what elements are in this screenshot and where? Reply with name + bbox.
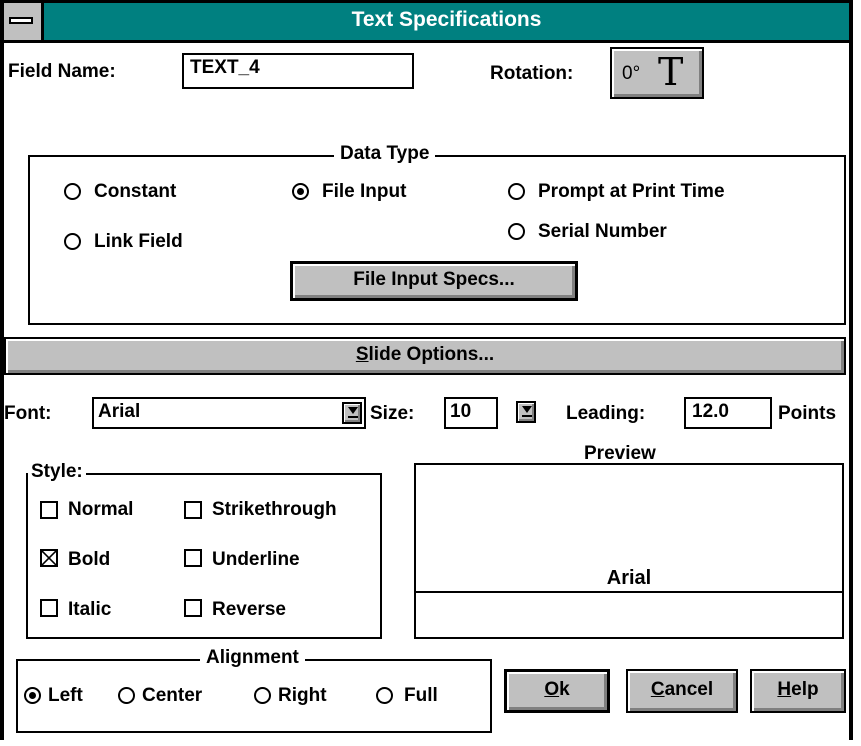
strikethrough-label[interactable]: Strikethrough (212, 499, 337, 521)
leading-input[interactable]: 12.0 (684, 397, 772, 429)
system-menu-button[interactable] (4, 3, 44, 40)
constant-label[interactable]: Constant (94, 181, 176, 203)
cancel-button[interactable]: Cancel (626, 669, 738, 713)
help-label: elp (791, 679, 819, 700)
alignment-title: Alignment (200, 647, 305, 669)
rotation-degree: 0° (622, 63, 641, 84)
text-specifications-dialog: Text Specifications Field Name: TEXT_4 R… (0, 0, 853, 740)
font-label: Font: (4, 403, 52, 424)
file-input-label[interactable]: File Input (322, 181, 406, 203)
help-button[interactable]: Help (750, 669, 846, 713)
chevron-down-icon (522, 406, 532, 413)
cancel-label: ancel (664, 679, 714, 700)
help-accel: H (777, 679, 792, 700)
size-label: Size: (370, 403, 415, 424)
data-type-title: Data Type (334, 143, 436, 165)
radio-prompt-at-print-time[interactable] (508, 183, 525, 200)
size-dropdown-button[interactable] (516, 401, 536, 423)
font-select[interactable]: Arial (92, 397, 366, 429)
ok-label: k (559, 679, 570, 700)
window-title: Text Specifications (351, 8, 542, 31)
field-name-label: Field Name: (8, 61, 116, 82)
ok-accel: O (544, 679, 560, 700)
checkbox-bold[interactable] (40, 549, 58, 567)
title-bar[interactable]: Text Specifications (4, 3, 849, 43)
checkbox-underline[interactable] (184, 549, 202, 567)
slide-options-button[interactable]: Slide Options... (4, 337, 846, 375)
align-center-label[interactable]: Center (142, 685, 202, 707)
checkbox-normal[interactable] (40, 501, 58, 519)
bold-label[interactable]: Bold (68, 549, 110, 571)
link-field-label[interactable]: Link Field (94, 231, 183, 253)
serial-number-label[interactable]: Serial Number (538, 221, 667, 243)
checkbox-reverse[interactable] (184, 599, 202, 617)
align-left-label[interactable]: Left (48, 685, 83, 707)
slide-options-label: lide Options... (368, 344, 495, 365)
preview-sample-text: Arial (606, 567, 652, 589)
style-title: Style: (28, 461, 86, 483)
radio-align-left[interactable] (24, 687, 41, 704)
font-dropdown-button[interactable] (342, 402, 362, 424)
align-right-label[interactable]: Right (278, 685, 327, 707)
radio-align-right[interactable] (254, 687, 271, 704)
italic-label[interactable]: Italic (68, 599, 111, 621)
checkbox-strikethrough[interactable] (184, 501, 202, 519)
cancel-accel: C (650, 679, 665, 700)
preview-title: Preview (584, 443, 656, 464)
system-menu-icon (9, 17, 33, 24)
radio-serial-number[interactable] (508, 223, 525, 240)
checkbox-italic[interactable] (40, 599, 58, 617)
radio-align-full[interactable] (376, 687, 393, 704)
size-input[interactable]: 10 (444, 397, 498, 429)
chevron-down-icon (348, 407, 358, 414)
leading-label: Leading: (566, 403, 646, 424)
radio-constant[interactable] (64, 183, 81, 200)
underline-label[interactable]: Underline (212, 549, 300, 571)
prompt-label[interactable]: Prompt at Print Time (538, 181, 725, 203)
reverse-label[interactable]: Reverse (212, 599, 286, 621)
dropdown-underline (348, 416, 358, 418)
rotation-text-icon: T (658, 50, 684, 94)
radio-align-center[interactable] (118, 687, 135, 704)
font-value: Arial (98, 401, 141, 422)
rotation-button[interactable]: 0° T (610, 47, 704, 99)
slide-options-accel: S (355, 344, 369, 365)
preview-box: Arial (414, 463, 844, 639)
radio-link-field[interactable] (64, 233, 81, 250)
dropdown-underline (522, 415, 532, 417)
rotation-label: Rotation: (490, 63, 574, 84)
align-full-label[interactable]: Full (404, 685, 438, 707)
checkmark-x-icon (42, 551, 56, 565)
ok-button[interactable]: Ok (504, 669, 610, 713)
radio-file-input[interactable] (292, 183, 309, 200)
field-name-input[interactable]: TEXT_4 (182, 53, 414, 89)
file-input-specs-button[interactable]: File Input Specs... (290, 261, 578, 301)
leading-unit: Points (778, 403, 837, 424)
normal-label[interactable]: Normal (68, 499, 133, 521)
preview-baseline (416, 591, 842, 593)
